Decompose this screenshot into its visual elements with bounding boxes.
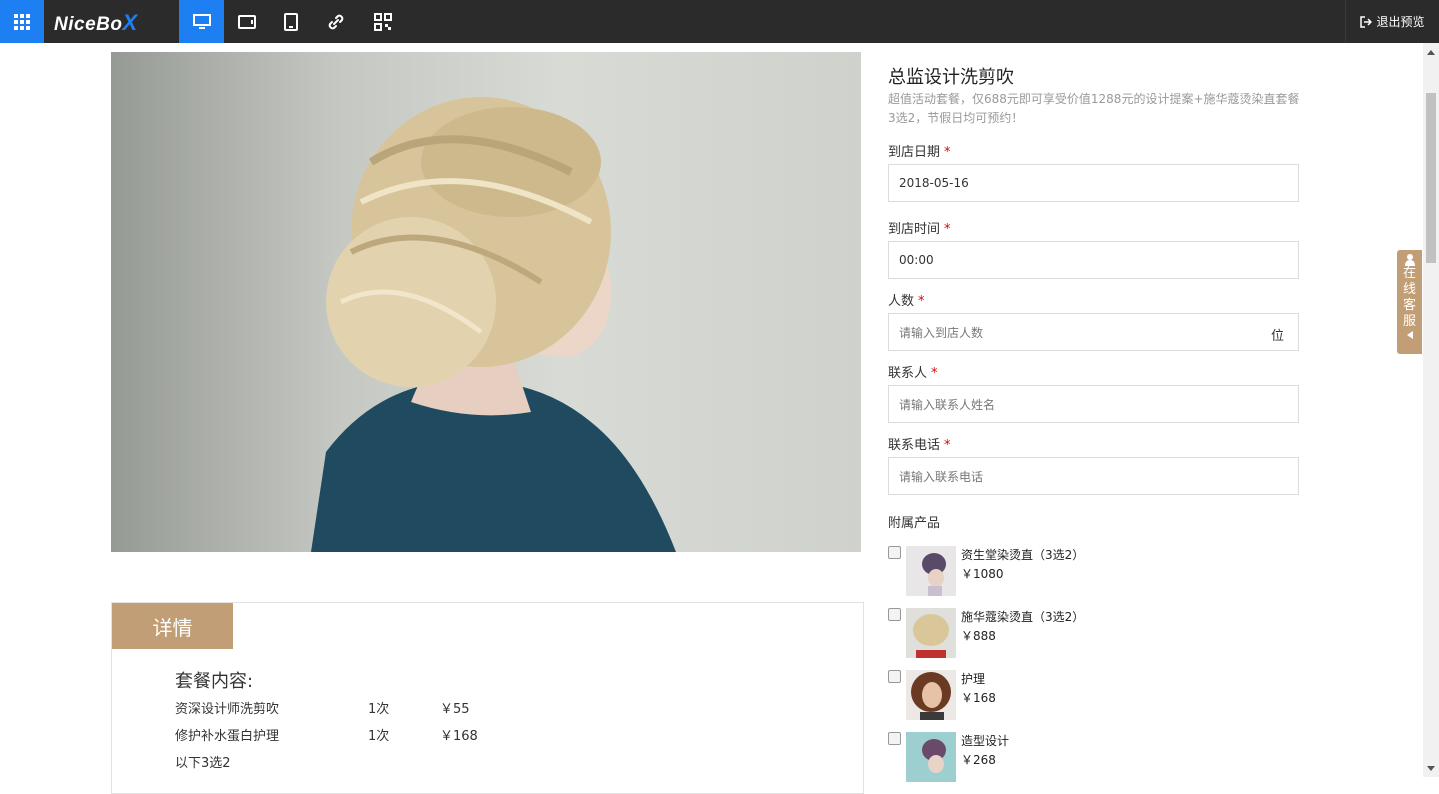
online-service-button[interactable]: 在 线 客 服	[1397, 250, 1422, 354]
exit-preview-button[interactable]: 退出预览	[1345, 0, 1439, 43]
nicebox-logo: NiceBoX	[54, 10, 138, 35]
date-field[interactable]: 2018-05-16	[888, 164, 1299, 202]
hero-image	[111, 52, 861, 552]
package-price: ￥55	[440, 702, 470, 717]
tablet-portrait-view-button[interactable]	[268, 0, 313, 43]
exit-preview-label: 退出预览	[1376, 15, 1425, 29]
package-price: ￥168	[440, 729, 478, 744]
addon-checkbox[interactable]	[888, 608, 901, 621]
braided-hair-photo	[311, 97, 676, 552]
people-placeholder: 请输入到店人数	[899, 325, 984, 340]
product-title: 总监设计洗剪吹	[888, 67, 1014, 88]
time-label: 到店时间 *	[888, 222, 951, 237]
desktop-view-button[interactable]	[179, 0, 224, 43]
exit-icon	[1360, 15, 1373, 28]
top-toolbar: NiceBoX 退出预览	[0, 0, 1439, 43]
product-description: 超值活动套餐，仅688元即可享受价值1288元的设计提案+施华蔻烫染直套餐3选2…	[888, 92, 1300, 125]
addon-name: 施华蔻染烫直（3选2）	[961, 610, 1085, 624]
qrcode-button[interactable]	[360, 0, 405, 43]
addon-price: ￥168	[961, 691, 996, 705]
link-button[interactable]	[313, 0, 358, 43]
package-item: 修护补水蛋白护理	[175, 729, 280, 744]
addon-item: 资生堂染烫直（3选2） ￥1080	[888, 546, 1188, 598]
vertical-scrollbar[interactable]	[1423, 43, 1439, 777]
addon-thumbnail	[906, 608, 956, 658]
addon-checkbox[interactable]	[888, 670, 901, 683]
service-char: 客	[1403, 298, 1417, 313]
package-qty: 1次	[368, 729, 390, 744]
people-input[interactable]: 请输入到店人数 位	[888, 313, 1299, 351]
user-icon	[1404, 254, 1415, 266]
contact-input[interactable]: 请输入联系人姓名	[888, 385, 1299, 423]
addons-label: 附属产品	[888, 516, 941, 531]
addon-price: ￥268	[961, 753, 996, 767]
addon-thumbnail	[906, 670, 956, 720]
addon-item: 施华蔻染烫直（3选2） ￥888	[888, 608, 1188, 660]
service-char: 服	[1403, 314, 1417, 329]
package-heading: 套餐内容:	[175, 671, 254, 692]
caret-left-icon	[1406, 331, 1413, 339]
package-note: 以下3选2	[175, 756, 231, 771]
tablet-landscape-icon	[237, 14, 256, 29]
date-label: 到店日期 *	[888, 145, 951, 160]
contact-label: 联系人 *	[888, 366, 938, 381]
addon-thumbnail	[906, 546, 956, 596]
addon-item: 造型设计 ￥268	[888, 732, 1188, 784]
scroll-thumb[interactable]	[1426, 93, 1436, 263]
package-qty: 1次	[368, 702, 390, 717]
people-unit: 位	[1270, 329, 1284, 344]
apps-grid-button[interactable]	[0, 0, 44, 43]
scroll-up-icon[interactable]	[1427, 50, 1435, 55]
time-field[interactable]: 00:00	[888, 241, 1299, 279]
detail-panel: 详情 套餐内容: 资深设计师洗剪吹 1次 ￥55 修护补水蛋白护理 1次 ￥16…	[111, 602, 864, 794]
tab-detail[interactable]: 详情	[112, 603, 233, 649]
tablet-portrait-icon	[283, 12, 298, 31]
phone-input[interactable]: 请输入联系电话	[888, 457, 1299, 495]
addon-checkbox[interactable]	[888, 732, 901, 745]
addon-checkbox[interactable]	[888, 546, 901, 559]
service-char: 线	[1403, 282, 1417, 297]
addon-thumbnail	[906, 732, 956, 782]
addon-price: ￥1080	[961, 567, 1004, 581]
addon-item: 护理 ￥168	[888, 670, 1188, 722]
addon-name: 造型设计	[961, 734, 1010, 748]
people-label: 人数 *	[888, 294, 925, 309]
tablet-landscape-view-button[interactable]	[224, 0, 269, 43]
addon-name: 资生堂染烫直（3选2）	[961, 548, 1085, 562]
addon-price: ￥888	[961, 629, 996, 643]
qrcode-icon	[373, 12, 392, 31]
package-item: 资深设计师洗剪吹	[175, 702, 280, 717]
grid-icon	[14, 13, 30, 30]
desktop-icon	[192, 13, 211, 29]
phone-label: 联系电话 *	[888, 438, 951, 453]
addon-name: 护理	[961, 672, 986, 686]
scroll-down-icon[interactable]	[1427, 766, 1435, 771]
service-char: 在	[1403, 266, 1417, 281]
link-icon	[328, 14, 343, 29]
